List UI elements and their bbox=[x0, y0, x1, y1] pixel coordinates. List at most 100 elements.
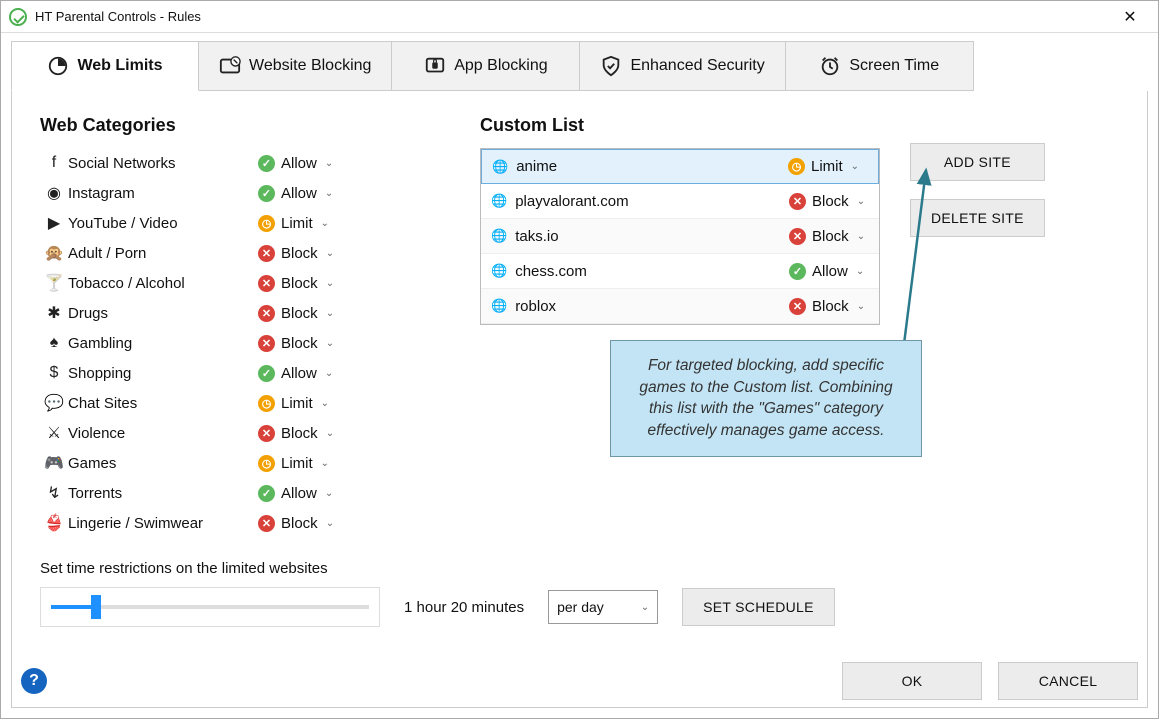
tab-label: Enhanced Security bbox=[630, 57, 764, 75]
status-select[interactable]: ◷Limit⌄ bbox=[788, 158, 868, 175]
close-button[interactable]: ✕ bbox=[1110, 3, 1150, 31]
category-row: fSocial Networks✓ Allow ⌄ bbox=[40, 148, 440, 178]
chevron-down-icon: ⌄ bbox=[325, 158, 333, 169]
site-name: chess.com bbox=[515, 263, 789, 280]
limit-icon: ◷ bbox=[258, 395, 275, 412]
app-blocking-icon bbox=[424, 55, 446, 77]
chat-icon: 💬 bbox=[40, 393, 68, 413]
adult-icon: 🙊 bbox=[40, 243, 68, 263]
status-select[interactable]: ✕Block⌄ bbox=[258, 245, 338, 262]
shopping-icon: $ bbox=[40, 364, 68, 382]
site-name: taks.io bbox=[515, 228, 789, 245]
status-select[interactable]: ✕Block⌄ bbox=[789, 193, 869, 210]
status-text: Block bbox=[812, 193, 849, 210]
custom-list-row[interactable]: 🌐 chess.com✓Allow⌄ bbox=[481, 254, 879, 289]
chevron-down-icon: ⌄ bbox=[326, 248, 334, 259]
custom-list-row[interactable]: 🌐taks.io✕Block⌄ bbox=[481, 219, 879, 254]
status-select[interactable]: ◷Limit⌄ bbox=[258, 395, 338, 412]
status-text: Block bbox=[281, 305, 318, 322]
chevron-down-icon: ⌄ bbox=[326, 428, 334, 439]
custom-list-row[interactable]: 🌐roblox✕Block⌄ bbox=[481, 289, 879, 324]
category-label: Social Networks bbox=[68, 155, 258, 172]
globe-icon: 🌐 bbox=[491, 263, 507, 279]
tab-screen-time[interactable]: Screen Time bbox=[786, 41, 974, 91]
block-icon: ✕ bbox=[258, 335, 275, 352]
status-select[interactable]: ✓ Allow ⌄ bbox=[258, 155, 338, 172]
custom-list-heading: Custom List bbox=[480, 115, 1119, 136]
screen-time-icon bbox=[819, 55, 841, 77]
custom-list-buttons: ADD SITE DELETE SITE bbox=[910, 143, 1045, 237]
custom-list-section: Custom List 🌐anime◷Limit⌄🌐playvalorant.c… bbox=[480, 115, 1119, 538]
lingerie-icon: 👙 bbox=[40, 513, 68, 533]
block-icon: ✕ bbox=[258, 425, 275, 442]
status-text: Block bbox=[812, 228, 849, 245]
block-icon: ✕ bbox=[258, 275, 275, 292]
website-blocking-icon bbox=[219, 55, 241, 77]
limit-icon: ◷ bbox=[258, 215, 275, 232]
status-select[interactable]: ✓Allow⌄ bbox=[789, 263, 869, 280]
custom-list-row[interactable]: 🌐anime◷Limit⌄ bbox=[481, 149, 879, 184]
status-select[interactable]: ✕Block⌄ bbox=[258, 275, 338, 292]
tab-web-limits[interactable]: Web Limits bbox=[11, 41, 199, 91]
allow-icon: ✓ bbox=[258, 155, 275, 172]
status-select[interactable]: ✕Block⌄ bbox=[258, 515, 338, 532]
delete-site-button[interactable]: DELETE SITE bbox=[910, 199, 1045, 237]
chevron-down-icon: ⌄ bbox=[321, 218, 329, 229]
set-schedule-button[interactable]: SET SCHEDULE bbox=[682, 588, 835, 626]
status-select[interactable]: ✓Allow⌄ bbox=[258, 485, 338, 502]
block-icon: ✕ bbox=[789, 298, 806, 315]
status-select[interactable]: ✓Allow⌄ bbox=[258, 365, 338, 382]
time-restrictions-label: Set time restrictions on the limited web… bbox=[40, 560, 1119, 577]
block-icon: ✕ bbox=[789, 193, 806, 210]
category-row: ◉Instagram✓Allow⌄ bbox=[40, 178, 440, 208]
period-value: per day bbox=[557, 599, 604, 615]
add-site-button[interactable]: ADD SITE bbox=[910, 143, 1045, 181]
category-row: ♠Gambling✕Block⌄ bbox=[40, 328, 440, 358]
window-title: HT Parental Controls - Rules bbox=[35, 9, 1110, 24]
status-select[interactable]: ✕Block⌄ bbox=[258, 305, 338, 322]
period-select[interactable]: per day ⌄ bbox=[548, 590, 658, 624]
ok-button[interactable]: OK bbox=[842, 662, 982, 700]
status-text: Allow bbox=[281, 155, 317, 172]
status-select[interactable]: ✕Block⌄ bbox=[789, 298, 869, 315]
status-text: Allow bbox=[281, 485, 317, 502]
drugs-icon: ✱ bbox=[40, 303, 68, 323]
category-label: Lingerie / Swimwear bbox=[68, 515, 258, 532]
chevron-down-icon: ⌄ bbox=[857, 231, 865, 242]
globe-icon: 🌐 bbox=[491, 193, 507, 209]
status-text: Limit bbox=[811, 158, 843, 175]
status-select[interactable]: ✕ Block ⌄ bbox=[258, 425, 338, 442]
status-select[interactable]: ◷Limit⌄ bbox=[258, 215, 338, 232]
status-text: Block bbox=[281, 245, 318, 262]
allow-icon: ✓ bbox=[789, 263, 806, 280]
facebook-icon: f bbox=[40, 154, 68, 172]
category-row: 💬Chat Sites◷Limit⌄ bbox=[40, 388, 440, 418]
category-label: Tobacco / Alcohol bbox=[68, 275, 258, 292]
tab-app-blocking[interactable]: App Blocking bbox=[392, 41, 580, 91]
enhanced-security-icon bbox=[600, 55, 622, 77]
category-row: ▶YouTube / Video◷Limit⌄ bbox=[40, 208, 440, 238]
status-select[interactable]: ✕Block⌄ bbox=[258, 335, 338, 352]
allow-icon: ✓ bbox=[258, 365, 275, 382]
custom-list-row[interactable]: 🌐playvalorant.com✕Block⌄ bbox=[481, 184, 879, 219]
allow-icon: ✓ bbox=[258, 485, 275, 502]
status-text: Allow bbox=[281, 185, 317, 202]
status-text: Limit bbox=[281, 455, 313, 472]
slider-thumb[interactable] bbox=[91, 595, 101, 619]
status-select[interactable]: ✕Block⌄ bbox=[789, 228, 869, 245]
time-slider[interactable] bbox=[40, 587, 380, 627]
status-text: Block bbox=[281, 425, 318, 442]
time-value: 1 hour 20 minutes bbox=[404, 599, 524, 616]
allow-icon: ✓ bbox=[258, 185, 275, 202]
chevron-down-icon: ⌄ bbox=[326, 308, 334, 319]
status-select[interactable]: ◷Limit⌄ bbox=[258, 455, 338, 472]
tab-enhanced-security[interactable]: Enhanced Security bbox=[580, 41, 785, 91]
category-label: Adult / Porn bbox=[68, 245, 258, 262]
cancel-button[interactable]: CANCEL bbox=[998, 662, 1138, 700]
category-label: Violence bbox=[68, 425, 258, 442]
help-button[interactable]: ? bbox=[21, 668, 47, 694]
tab-website-blocking[interactable]: Website Blocking bbox=[199, 41, 392, 91]
status-select[interactable]: ✓Allow⌄ bbox=[258, 185, 338, 202]
site-name: roblox bbox=[515, 298, 789, 315]
app-logo-icon bbox=[9, 8, 27, 26]
